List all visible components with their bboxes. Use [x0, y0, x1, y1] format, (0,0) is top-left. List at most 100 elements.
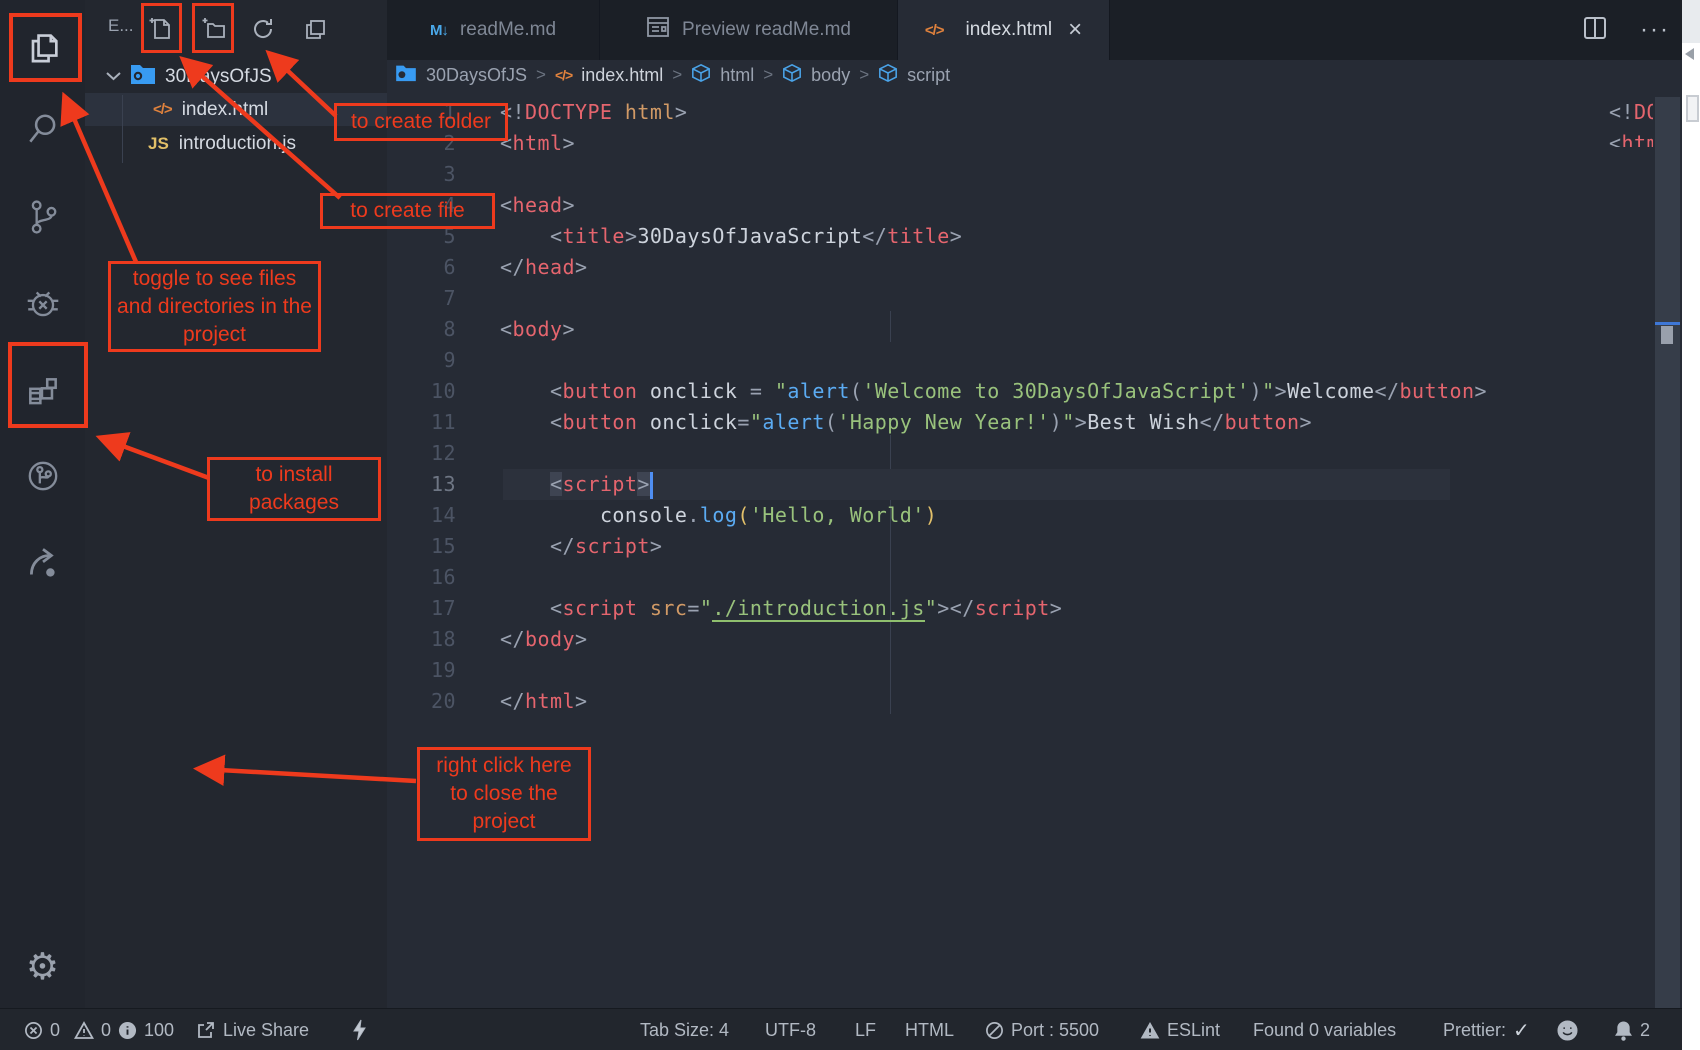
- split-editor-icon[interactable]: [1582, 15, 1608, 46]
- eol-status[interactable]: LF: [855, 1009, 876, 1050]
- tab-size-status[interactable]: Tab Size: 4: [640, 1009, 729, 1050]
- breadcrumb-script[interactable]: script: [907, 65, 950, 86]
- breadcrumb-html[interactable]: html: [720, 65, 754, 86]
- new-file-icon[interactable]: [145, 14, 175, 44]
- circle-branch-icon[interactable]: [0, 457, 85, 495]
- markdown-icon: M↓: [430, 22, 448, 39]
- tree-root-30daysofjs[interactable]: 30DaysOfJS: [85, 60, 387, 93]
- port-status[interactable]: Port : 5500: [985, 1009, 1099, 1050]
- line-number: 16: [387, 562, 456, 593]
- html-code-icon: </>: [925, 22, 944, 39]
- breadcrumb-separator: >: [763, 65, 773, 85]
- more-actions-icon[interactable]: ···: [1640, 16, 1670, 44]
- breadcrumb-project[interactable]: 30DaysOfJS: [426, 65, 527, 86]
- folder-icon: [130, 63, 156, 91]
- line-number: 1: [387, 97, 456, 128]
- tree-item-introduction-js[interactable]: JS introduction.js: [85, 127, 387, 160]
- prettier-status[interactable]: Prettier: ✓: [1443, 1009, 1530, 1050]
- code-line: 14 console.log('Hello, World'): [387, 500, 1655, 531]
- extensions-icon[interactable]: [0, 373, 85, 411]
- tree-item-label: index.html: [182, 99, 269, 121]
- gear-icon[interactable]: ⚙: [0, 948, 85, 985]
- code-line: 18</body>: [387, 624, 1655, 655]
- code-line: 16: [387, 562, 1655, 593]
- notifications-bell-icon[interactable]: 2: [1614, 1009, 1650, 1050]
- explorer-sidebar: E...: [85, 0, 387, 1008]
- tab-label: index.html: [966, 19, 1053, 41]
- code-line: 10 <button onclick = "alert('Welcome to …: [387, 376, 1655, 407]
- html-file-icon: </>: [153, 101, 172, 118]
- code-editor[interactable]: 1<!DOCTYPE html>2<html>34<head>5 <title>…: [387, 90, 1655, 1008]
- encoding-status[interactable]: UTF-8: [765, 1009, 816, 1050]
- lightning-icon[interactable]: [352, 1009, 367, 1050]
- code-line: <html>: [1565, 128, 1653, 147]
- overview-ruler-cursor-mark: [1655, 322, 1680, 325]
- line-number: 19: [387, 655, 456, 686]
- feedback-smiley-icon[interactable]: [1557, 1009, 1578, 1050]
- collapse-all-icon[interactable]: [300, 14, 330, 44]
- search-icon[interactable]: [0, 111, 85, 147]
- live-share-status[interactable]: Live Share: [196, 1009, 309, 1050]
- gutter-top: [1682, 0, 1700, 43]
- tree-root-label: 30DaysOfJS: [165, 66, 272, 88]
- errors-status[interactable]: 0: [24, 1009, 60, 1050]
- explorer-header: E...: [85, 0, 387, 56]
- code-line: 11 <button onclick="alert('Happy New Yea…: [387, 407, 1655, 438]
- js-file-icon: JS: [148, 134, 169, 154]
- tab-readme-md[interactable]: M↓ readMe.md: [387, 0, 600, 60]
- check-icon: ✓: [1513, 1018, 1530, 1043]
- page-scroll-gutter: [1682, 0, 1700, 1050]
- found-variables-status[interactable]: Found 0 variables: [1253, 1009, 1396, 1050]
- line-number: 20: [387, 686, 456, 717]
- cube-icon: [878, 63, 898, 88]
- code-line: 8<body>: [387, 314, 1655, 345]
- code-line: 19: [387, 655, 1655, 686]
- share-arrow-icon[interactable]: [0, 545, 85, 583]
- tree-item-label: introduction.js: [179, 133, 296, 155]
- bug-icon[interactable]: [0, 285, 85, 323]
- vscode-window: ⚙ E...: [0, 0, 1700, 1050]
- line-number: 18: [387, 624, 456, 655]
- gutter-thumb[interactable]: [1686, 95, 1699, 122]
- line-number: 4: [387, 190, 456, 221]
- scrollbar-track[interactable]: [1655, 97, 1680, 1008]
- eslint-status[interactable]: ESLint: [1140, 1009, 1220, 1050]
- line-number: 17: [387, 593, 456, 624]
- scrollbar-thumb[interactable]: [1661, 326, 1673, 344]
- code-line: 4<head>: [387, 190, 1655, 221]
- indent-guide: [890, 311, 891, 342]
- code-line: 6</head>: [387, 252, 1655, 283]
- line-number: 3: [387, 159, 456, 190]
- explorer-icon[interactable]: [0, 30, 85, 70]
- warnings-status[interactable]: 0: [74, 1009, 111, 1050]
- minimap[interactable]: <!DOCTYPE html><html><head> <title>30Day…: [1565, 97, 1653, 147]
- breadcrumb-separator: >: [859, 65, 869, 85]
- language-status[interactable]: HTML: [905, 1009, 954, 1050]
- info-status[interactable]: 100: [118, 1009, 174, 1050]
- cube-icon: [782, 63, 802, 88]
- explorer-title: E...: [108, 16, 134, 36]
- refresh-icon[interactable]: [248, 14, 278, 44]
- line-number: 7: [387, 283, 456, 314]
- breadcrumb-body[interactable]: body: [811, 65, 850, 86]
- tree-indent-guide: [122, 95, 123, 163]
- line-number: 5: [387, 221, 456, 252]
- code-line: 7: [387, 283, 1655, 314]
- breadcrumb-file[interactable]: index.html: [581, 65, 663, 86]
- line-number: 2: [387, 128, 456, 159]
- git-branch-icon[interactable]: [0, 198, 85, 236]
- line-number: 13: [387, 469, 456, 500]
- code-line: <!DOCTYPE html>: [1565, 97, 1653, 128]
- breadcrumb-separator: >: [536, 65, 546, 85]
- code-line: 17 <script src="./introduction.js"></scr…: [387, 593, 1655, 624]
- code-line: 12: [387, 438, 1655, 469]
- new-folder-icon[interactable]: [198, 14, 228, 44]
- close-icon[interactable]: ×: [1068, 18, 1082, 42]
- tree-item-index-html[interactable]: </> index.html: [85, 93, 387, 126]
- tab-preview-readme-md[interactable]: Preview readMe.md: [600, 0, 898, 60]
- tab-label: Preview readMe.md: [682, 19, 851, 41]
- line-number: 12: [387, 438, 456, 469]
- preview-icon: [646, 16, 670, 44]
- folder-icon: [395, 64, 417, 87]
- tab-index-html[interactable]: </> index.html ×: [898, 0, 1110, 60]
